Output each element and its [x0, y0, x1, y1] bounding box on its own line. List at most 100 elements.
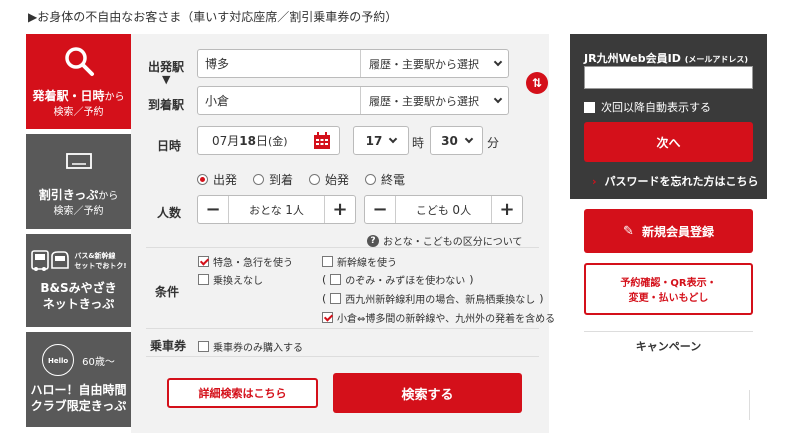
radio-dot: [197, 174, 208, 185]
age-help-link[interactable]: ? おとな・こどもの区分について: [367, 233, 522, 248]
tab-label: ネットきっぷ: [42, 297, 115, 311]
checkbox-mark: [330, 274, 342, 285]
radio-last-train[interactable]: 終電: [365, 171, 405, 188]
tab-label: 発着駅・日時: [32, 89, 105, 103]
tab-label-suffix: から: [104, 92, 125, 103]
adult-stepper: − おとな 1人 +: [197, 195, 356, 224]
ticket-icon: [65, 153, 92, 169]
scroll-hint: [740, 390, 750, 420]
person-unit: 人: [292, 203, 304, 217]
button-label-line: 変更・払いもどし: [628, 293, 709, 304]
arrival-label: 到着駅: [148, 98, 185, 112]
checkbox-label: 新幹線を使う: [337, 258, 397, 269]
hour-unit: 時: [412, 136, 425, 150]
chevron-down-icon: [464, 134, 474, 144]
checkbox-mark: [584, 101, 595, 113]
adult-minus-button[interactable]: −: [198, 196, 229, 223]
detail-search-button[interactable]: 詳細検索はこちら: [167, 378, 318, 408]
checkbox-label: 小倉⇔博多間の新幹線や、九州外の発着を含める: [337, 314, 556, 325]
minute-unit: 分: [487, 136, 500, 150]
checkbox-no-transfer[interactable]: 乗換えなし: [198, 272, 263, 287]
adult-count: 1: [285, 202, 293, 217]
adult-plus-button[interactable]: +: [324, 196, 355, 223]
auto-display-checkbox[interactable]: 次回以降自動表示する: [584, 99, 711, 115]
radio-label: 終電: [381, 173, 406, 187]
arrival-field: 小倉 履歴・主要駅から選択: [197, 86, 509, 115]
radio-arrival[interactable]: 到着: [253, 171, 293, 188]
conditions-label: 条件: [155, 285, 180, 299]
select-label: 履歴・主要駅から選択: [369, 57, 479, 71]
tab-label: 割引きっぷ: [38, 188, 99, 202]
checkbox-mark: [322, 312, 333, 323]
arrival-input[interactable]: 小倉: [198, 92, 229, 109]
radio-first-train[interactable]: 始発: [309, 171, 349, 188]
swap-stations-icon[interactable]: ⇅: [526, 72, 548, 94]
radio-dot: [309, 174, 320, 185]
checkbox-ticket-only[interactable]: 乗車券のみ購入する: [198, 339, 303, 354]
search-button[interactable]: 検索する: [333, 373, 522, 413]
login-title-small: (メールアドレス): [684, 55, 749, 64]
ticket-label: 乗車券: [150, 339, 187, 353]
date-month: 07: [212, 134, 228, 148]
checkbox-label: 乗換えなし: [213, 276, 263, 287]
age-label: 60歳〜: [82, 356, 115, 368]
minute-select[interactable]: 30: [430, 126, 483, 155]
checkbox-kokura-hakata[interactable]: 小倉⇔博多間の新幹線や、九州外の発着を含める: [322, 310, 555, 325]
register-button[interactable]: ✎ 新規会員登録: [584, 209, 753, 253]
reservation-check-button[interactable]: 予約確認・QR表示・ 変更・払いもどし: [584, 263, 753, 315]
radio-departure[interactable]: 出発: [197, 171, 237, 188]
checkbox-mark: [198, 274, 209, 285]
checkbox-nishikyushu[interactable]: (西九州新幹線利用の場合、新鳥栖乗換なし): [322, 291, 544, 306]
calendar-icon[interactable]: [313, 132, 331, 150]
child-minus-button[interactable]: −: [365, 196, 396, 223]
next-button[interactable]: 次へ: [584, 122, 753, 162]
arrival-station-select[interactable]: 履歴・主要駅から選択: [360, 87, 510, 114]
chevron-down-icon: [493, 57, 503, 67]
select-label: 履歴・主要駅から選択: [369, 94, 479, 108]
checkbox-no-nozomi[interactable]: (のぞみ・みずほを使わない): [322, 272, 474, 287]
chevron-right-icon: ›: [592, 174, 597, 188]
checkbox-mark: [198, 256, 209, 267]
button-label: 新規会員登録: [641, 224, 714, 239]
checkbox-express[interactable]: 特急・急行を使う: [198, 254, 293, 269]
accessibility-notice-link[interactable]: ▶お身体の不自由なお客さま（車いす対応座席／割引乗車券の予約）: [28, 8, 397, 25]
people-label: 人数: [157, 206, 182, 220]
radio-dot: [365, 174, 376, 185]
chevron-down-icon: [389, 134, 398, 144]
age-help-text: おとな・こどもの区分について: [383, 237, 523, 248]
checkbox-shinkansen[interactable]: 新幹線を使う: [322, 254, 397, 269]
hour-select[interactable]: 17: [353, 126, 409, 155]
hour-value: 17: [365, 133, 383, 148]
tab-hello-free-time[interactable]: Hello 60歳〜 ハロー！自由時間 クラブ限定きっぷ: [26, 332, 131, 427]
member-id-input[interactable]: [584, 66, 753, 89]
datetime-label: 日時: [157, 139, 182, 153]
minute-value: 30: [441, 133, 458, 148]
tab-bs-miyazaki[interactable]: バス&新幹線 セットでおトク! B&Sみやざき ネットきっぷ: [26, 234, 131, 327]
forgot-password-link[interactable]: › パスワードを忘れた方はこちら: [592, 173, 759, 189]
tab-station-datetime[interactable]: 発着駅・日時から 検索／予約: [26, 34, 131, 129]
tab-label: B&Sみやざき: [40, 281, 117, 295]
tab-discount-tickets[interactable]: 割引きっぷから 検索／予約: [26, 134, 131, 229]
checkbox-mark: [322, 256, 333, 267]
checkbox-mark: [330, 293, 342, 304]
departure-station-select[interactable]: 履歴・主要駅から選択: [360, 50, 510, 77]
badge-text: バス&新幹線: [74, 252, 116, 260]
date-day: 18: [239, 134, 256, 148]
departure-input[interactable]: 博多: [198, 55, 229, 72]
badge-text: セットでおトク!: [74, 262, 127, 270]
search-icon: [64, 47, 94, 76]
date-picker[interactable]: 07月18日(金): [197, 126, 340, 155]
radio-label: 到着: [269, 173, 294, 187]
radio-label: 出発: [213, 173, 238, 187]
pencil-icon: ✎: [623, 223, 634, 239]
child-stepper: − こども 0人 +: [364, 195, 523, 224]
checkbox-mark: [198, 341, 209, 352]
checkbox-label: 特急・急行を使う: [213, 258, 293, 269]
checkbox-label: のぞみ・みずほを使わない: [345, 276, 466, 287]
tab-sublabel: 検索／予約: [53, 206, 104, 217]
arrow-down-icon: ▼: [162, 73, 171, 86]
login-title: JR九州Web会員ID (メールアドレス): [584, 50, 748, 66]
link-text: パスワードを忘れた方はこちら: [604, 175, 759, 188]
child-plus-button[interactable]: +: [491, 196, 522, 223]
child-count: 0: [452, 202, 461, 217]
